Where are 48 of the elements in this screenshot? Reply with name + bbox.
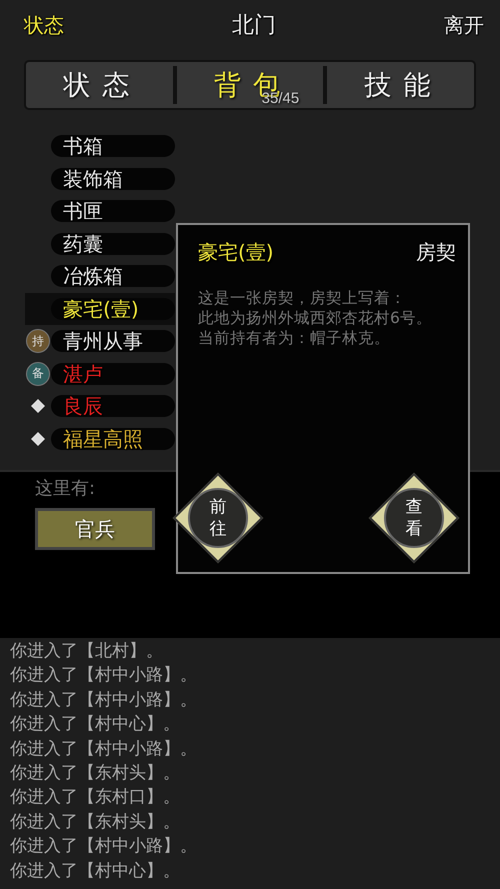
item-name: 药囊 — [51, 232, 175, 255]
item-name: 冶炼箱 — [51, 265, 175, 288]
diamond-icon — [31, 432, 46, 446]
item-name: 书箱 — [51, 135, 175, 158]
badge-icon: 备 — [26, 362, 50, 386]
item-type: 房契 — [416, 239, 456, 266]
location-title: 北门 — [232, 12, 276, 40]
description-line: 这是一张房契，房契上写着： — [198, 288, 407, 308]
inventory-row[interactable]: 装饰箱 — [25, 162, 175, 195]
item-name: 豪宅(壹) — [51, 298, 175, 320]
log-line: 你进入了【东村口】。 — [10, 786, 181, 810]
description-line: 当前持有者为：帽子林克。 — [198, 328, 391, 348]
inventory-row[interactable]: 书箱 — [25, 130, 175, 162]
log-line: 你进入了【村中心】。 — [10, 713, 181, 736]
log-line: 你进入了【东村头】。 — [10, 762, 181, 786]
here-label: 这里有: — [35, 477, 96, 500]
log-line: 你进入了【东村头】。 — [10, 810, 181, 834]
log-line: 你进入了【村中小路】。 — [10, 835, 198, 858]
inventory-row[interactable]: 药囊 — [25, 228, 175, 260]
inventory-row[interactable]: 书匣 — [25, 195, 175, 228]
item-name: 青州从事 — [51, 330, 175, 352]
leave-link[interactable]: 离开 — [444, 12, 484, 38]
item-name: 湛卢 — [51, 362, 175, 385]
inventory-row[interactable]: 福星高照 — [25, 422, 175, 455]
inventory-row[interactable]: 良辰 — [25, 390, 175, 422]
item-name: 书匣 — [51, 200, 175, 222]
item-title: 豪宅(壹) — [198, 239, 274, 266]
description-line: 此地为扬州外城西郊杏花村6号。 — [198, 308, 433, 328]
inventory-row[interactable]: 豪宅(壹) — [25, 292, 175, 325]
inventory-row[interactable]: 备 湛卢 — [25, 358, 175, 390]
log-line: 你进入了【北村】。 — [10, 640, 164, 663]
item-name: 装饰箱 — [51, 168, 175, 190]
log-line: 你进入了【村中小路】。 — [10, 738, 198, 761]
tab[interactable]: 技能 — [327, 62, 474, 108]
inventory-row[interactable]: 持 青州从事 — [25, 325, 175, 358]
log-line: 你进入了【村中小路】。 — [10, 688, 198, 712]
log-line: 你进入了【村中心】。 — [10, 860, 181, 883]
item-name: 福星高照 — [51, 428, 175, 450]
status-link[interactable]: 状态 — [24, 12, 64, 38]
badge-icon: 持 — [26, 329, 50, 354]
inventory-row[interactable]: 冶炼箱 — [25, 260, 175, 292]
diamond-icon — [31, 399, 46, 414]
action-button[interactable]: 前往 — [172, 472, 264, 564]
action-button[interactable]: 查看 — [368, 472, 460, 564]
log-line: 你进入了【村中小路】。 — [10, 664, 198, 688]
npc-button[interactable]: 官兵 — [35, 508, 155, 550]
tab[interactable]: 状态 — [26, 62, 173, 108]
item-name: 良辰 — [51, 395, 175, 418]
